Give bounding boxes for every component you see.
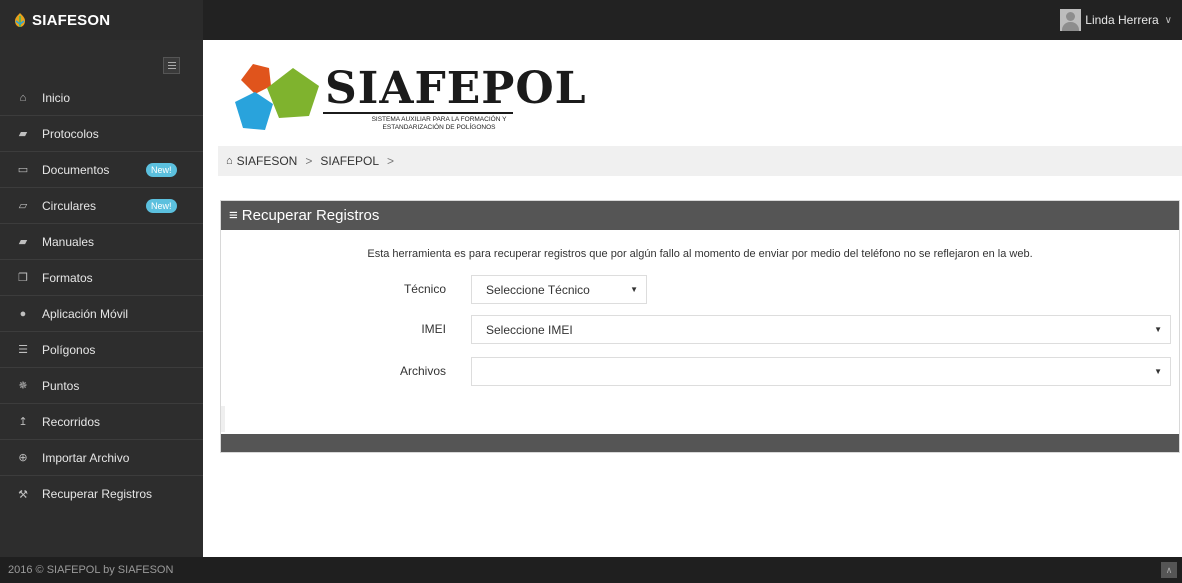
sidebar-item-label: Documentos [42,162,110,177]
imei-select[interactable]: Seleccione IMEI ▼ [471,315,1171,344]
sidebar-item-label: Recorridos [42,414,101,429]
user-menu[interactable]: Linda Herrera ∨ [1060,8,1172,32]
breadcrumb-separator: > [305,154,313,168]
brand-name: SIAFESON [32,11,111,29]
menu-toggle-button[interactable] [163,57,180,74]
level-up-icon: ↥ [18,416,28,428]
sidebar-item-recuperar-registros[interactable]: ⚒ Recuperar Registros [0,476,203,512]
imei-row: IMEI Seleccione IMEI ▼ [221,315,1179,345]
panel-footer [221,434,1179,452]
new-badge: New! [146,199,177,213]
chevron-down-icon: ∨ [1164,14,1172,26]
list-icon: ☰ [18,344,28,356]
avatar [1060,9,1082,31]
sidebar-item-puntos[interactable]: ✵ Puntos [0,368,203,404]
sidebar-item-circulares[interactable]: ▱ Circulares New! [0,188,203,224]
chevron-up-icon: ∧ [1165,565,1173,575]
sidebar-item-label: Inicio [42,90,71,105]
sidebar-item-label: Protocolos [42,126,99,141]
android-icon: ● [19,307,27,320]
folder-open-icon: ▱ [18,200,28,212]
logo-divider [323,112,513,114]
user-name: Linda Herrera [1085,13,1159,27]
scroll-to-top-button[interactable]: ∧ [1161,562,1177,578]
sidebar-nav: ⌂ Inicio ▰ Protocolos ▭ Documentos New! … [0,80,203,512]
panel-side-strip [221,406,225,432]
sidebar-item-poligonos[interactable]: ☰ Polígonos [0,332,203,368]
sidebar-item-inicio[interactable]: ⌂ Inicio [0,80,203,116]
caret-down-icon: ▼ [1154,367,1162,376]
spinner-icon: ✵ [18,380,28,392]
bars-icon: ≡ [229,207,238,224]
sidebar-item-label: Circulares [42,198,97,213]
pentagon-logo-icon [235,64,319,130]
folder-icon: ▭ [17,164,29,176]
archivos-row: Archivos ▼ [221,357,1179,387]
main-content: SIAFEPOL SISTEMA AUXILIAR PARA LA FORMAC… [203,40,1182,557]
caret-down-icon: ▼ [1154,325,1162,334]
brand-logo-icon [15,13,25,27]
sidebar-item-recorridos[interactable]: ↥ Recorridos [0,404,203,440]
tecnico-select[interactable]: Seleccione Técnico ▼ [471,275,647,304]
sidebar-item-label: Polígonos [42,342,96,357]
book-icon: ▰ [18,236,28,248]
sidebar-item-aplicacion-movil[interactable]: ● Aplicación Móvil [0,296,203,332]
sidebar: ⌂ Inicio ▰ Protocolos ▭ Documentos New! … [0,40,203,557]
sidebar-item-documentos[interactable]: ▭ Documentos New! [0,152,203,188]
sidebar-item-formatos[interactable]: ❐ Formatos [0,260,203,296]
home-icon: ⌂ [19,91,27,104]
sidebar-item-label: Manuales [42,234,95,249]
imei-select-value: Seleccione IMEI [486,322,573,337]
panel-description: Esta herramienta es para recuperar regis… [367,248,1033,260]
breadcrumb-item[interactable]: SIAFEPOL [320,154,379,168]
tecnico-row: Técnico Seleccione Técnico ▼ [221,275,1179,305]
logo-subtitle: SISTEMA AUXILIAR PARA LA FORMACIÓN Y EST… [371,116,507,131]
top-navbar: SIAFESON Linda Herrera ∨ [0,0,1182,40]
archivos-select[interactable]: ▼ [471,357,1171,386]
tecnico-label: Técnico [403,282,446,296]
breadcrumb: ⌂ SIAFESON > SIAFEPOL > [218,146,1182,176]
logo-title: SIAFEPOL [325,63,587,114]
caret-down-icon: ▼ [630,285,638,294]
panel-title: Recuperar Registros [241,207,380,224]
sidebar-item-label: Recuperar Registros [42,487,153,501]
new-badge: New! [146,163,177,177]
brand[interactable]: SIAFESON [0,0,203,40]
imei-label: IMEI [421,322,446,336]
archivos-label: Archivos [399,364,446,378]
breadcrumb-item[interactable]: SIAFESON [237,154,298,168]
footer-copyright: 2016 © SIAFEPOL by SIAFESON [8,564,174,576]
sidebar-item-importar-archivo[interactable]: ⊕ Importar Archivo [0,440,203,476]
book-icon: ▰ [18,128,28,140]
page-footer: 2016 © SIAFEPOL by SIAFESON ∧ [0,557,1182,583]
sidebar-item-label: Aplicación Móvil [42,306,129,321]
plus-circle-icon: ⊕ [18,452,28,464]
wrench-icon: ⚒ [18,488,28,501]
tecnico-select-value: Seleccione Técnico [486,282,590,297]
breadcrumb-separator: > [387,154,395,168]
recuperar-registros-panel: ≡ Recuperar Registros Esta herramienta e… [220,200,1180,453]
sidebar-item-label: Formatos [42,270,93,285]
sidebar-item-label: Puntos [42,378,80,393]
panel-header: ≡ Recuperar Registros [221,201,1179,230]
sidebar-item-protocolos[interactable]: ▰ Protocolos [0,116,203,152]
sidebar-item-label: Importar Archivo [42,450,130,465]
home-icon[interactable]: ⌂ [226,155,233,167]
sidebar-item-manuales[interactable]: ▰ Manuales [0,224,203,260]
file-icon: ❐ [18,272,28,284]
siafepol-logo: SIAFEPOL SISTEMA AUXILIAR PARA LA FORMAC… [233,58,586,138]
